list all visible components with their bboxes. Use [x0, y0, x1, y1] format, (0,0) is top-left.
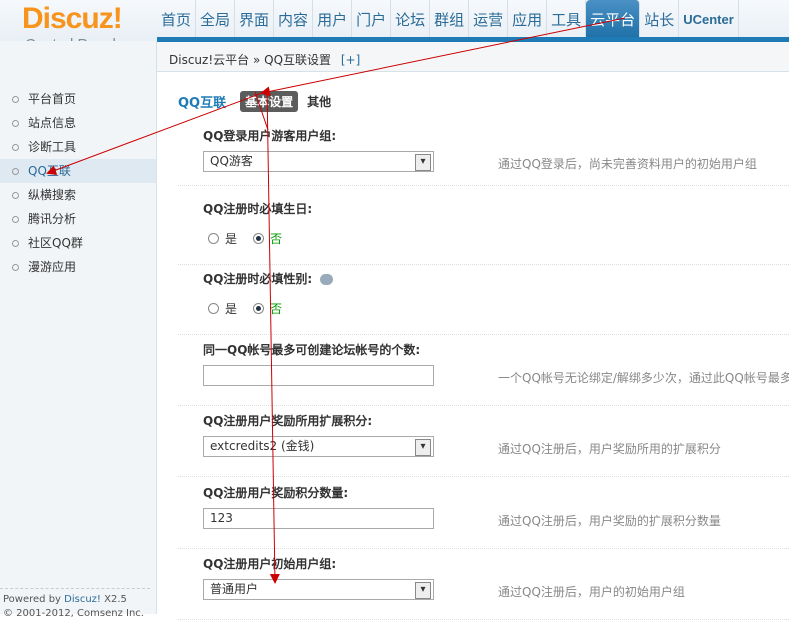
setting-row: 同一QQ帐号最多可创建论坛帐号的个数: 一个QQ帐号无论绑定/解绑多少次，通过此Q…: [178, 335, 789, 406]
setting-row: QQ注册用户奖励积分数量: 123 通过QQ注册后，用户奖励的扩展积分数量: [178, 478, 789, 549]
powered-text: Powered by: [3, 594, 61, 605]
radio-yes-label: 是: [225, 232, 238, 246]
radio-group: 是否: [208, 230, 282, 247]
page-title: QQ互联: [178, 95, 227, 111]
nav-item-11[interactable]: 云平台: [586, 0, 641, 37]
radio-yes[interactable]: [208, 303, 219, 314]
setting-tip: 通过QQ注册后，用户奖励的扩展积分数量: [498, 514, 721, 528]
text-input[interactable]: 123: [203, 508, 434, 529]
setting-label: QQ注册用户奖励所用扩展积分:: [203, 414, 373, 428]
radio-group: 是否: [208, 300, 282, 317]
sidebar-item-7[interactable]: 漫游应用: [0, 255, 156, 279]
setting-row: QQ注册时必填性别: 是否: [178, 264, 789, 335]
select-field[interactable]: 普通用户: [203, 579, 434, 600]
setting-row: QQ注册用户初始用户组: 普通用户 通过QQ注册后，用户的初始用户组: [178, 549, 789, 620]
main-content: QQ互联 基本设置 其他 QQ登录用户游客用户组: QQ游客 通过QQ登录后，尚未完…: [178, 90, 789, 620]
select-field[interactable]: extcredits2 (金钱): [203, 436, 434, 457]
breadcrumb-separator: »: [252, 53, 261, 67]
breadcrumb-root[interactable]: Discuz!云平台: [169, 53, 249, 67]
nav-item-3[interactable]: 内容: [274, 0, 314, 37]
footer: Powered by Discuz! X2.5 © 2001-2012, Com…: [0, 588, 150, 625]
sidebar-item-5[interactable]: 腾讯分析: [0, 207, 156, 231]
setting-tip: 通过QQ注册后，用户奖励所用的扩展积分: [498, 442, 721, 456]
header: Discuz! Control Panel 首页全局界面内容用户门户论坛群组运营…: [0, 0, 789, 53]
sidebar-menu: 平台首页 站点信息 诊断工具 QQ互联 纵横搜索 腾讯分析 社区QQ群 漫游应用: [0, 87, 156, 279]
breadcrumb-current: QQ互联设置: [264, 53, 332, 67]
sidebar-item-1[interactable]: 站点信息: [0, 111, 156, 135]
nav-item-10[interactable]: 工具: [547, 0, 587, 37]
nav-item-5[interactable]: 门户: [352, 0, 392, 37]
setting-label: QQ注册用户奖励积分数量:: [203, 486, 349, 500]
logo[interactable]: Discuz!: [22, 2, 123, 36]
nav-item-8[interactable]: 运营: [469, 0, 509, 37]
nav-item-4[interactable]: 用户: [313, 0, 353, 37]
nav-item-0[interactable]: 首页: [157, 0, 197, 37]
nav-item-1[interactable]: 全局: [196, 0, 236, 37]
nav-item-9[interactable]: 应用: [508, 0, 548, 37]
setting-tip: 通过QQ登录后，尚未完善资料用户的初始用户组: [498, 157, 757, 171]
setting-label: 同一QQ帐号最多可创建论坛帐号的个数:: [203, 343, 421, 357]
sidebar-item-6[interactable]: 社区QQ群: [0, 231, 156, 255]
sidebar-item-3[interactable]: QQ互联: [0, 159, 156, 183]
sidebar-item-4[interactable]: 纵横搜索: [0, 183, 156, 207]
radio-no[interactable]: [253, 303, 265, 314]
text-input[interactable]: [203, 365, 434, 386]
add-shortcut-button[interactable]: [+]: [341, 53, 360, 67]
radio-no[interactable]: [253, 233, 265, 244]
radio-no-label: 否: [270, 232, 283, 246]
breadcrumb: Discuz!云平台 » QQ互联设置 [+]: [157, 42, 789, 72]
setting-label: QQ登录用户游客用户组:: [203, 129, 337, 143]
setting-row: QQ登录用户游客用户组: QQ游客 通过QQ登录后，尚未完善资料用户的初始用户组: [178, 121, 789, 186]
sidebar-item-2[interactable]: 诊断工具: [0, 135, 156, 159]
nav-item-2[interactable]: 界面: [235, 0, 275, 37]
brand-link[interactable]: Discuz!: [64, 594, 101, 605]
version-text: X2.5: [104, 594, 127, 605]
nav-item-12[interactable]: 站长: [640, 0, 680, 37]
nav-item-7[interactable]: 群组: [430, 0, 470, 37]
sidebar: 平台首页 站点信息 诊断工具 QQ互联 纵横搜索 腾讯分析 社区QQ群 漫游应用 Powere…: [0, 41, 157, 619]
radio-yes-label: 是: [225, 302, 238, 316]
setting-label: QQ注册时必填生日:: [203, 202, 313, 216]
setting-label: QQ注册时必填性别:: [203, 270, 334, 287]
setting-row: QQ注册用户奖励所用扩展积分: extcredits2 (金钱) 通过QQ注册后，用…: [178, 406, 789, 477]
nav-item-6[interactable]: 论坛: [391, 0, 431, 37]
setting-row: QQ注册时必填生日: 是否: [178, 194, 789, 265]
setting-tip: 一个QQ帐号无论绑定/解绑多少次，通过此QQ帐号最多: [498, 371, 789, 385]
radio-yes[interactable]: [208, 233, 219, 244]
top-nav: 首页 全局 界面 内容 用户 门户 论坛 群组 运营 应用 工具 云平台 站长 UCenter: [157, 0, 739, 37]
select-field[interactable]: QQ游客: [203, 151, 434, 172]
setting-label: QQ注册用户初始用户组:: [203, 557, 337, 571]
setting-tip: 通过QQ注册后，用户的初始用户组: [498, 585, 685, 599]
tabs: QQ互联 基本设置 其他: [178, 90, 789, 112]
nav-item-13[interactable]: UCenter: [679, 0, 739, 37]
tab-basic-settings[interactable]: 基本设置: [240, 90, 299, 112]
tab-other[interactable]: 其他: [302, 91, 336, 112]
sidebar-item-0[interactable]: 平台首页: [0, 87, 156, 111]
help-icon[interactable]: [320, 274, 334, 285]
radio-no-label: 否: [270, 302, 283, 316]
